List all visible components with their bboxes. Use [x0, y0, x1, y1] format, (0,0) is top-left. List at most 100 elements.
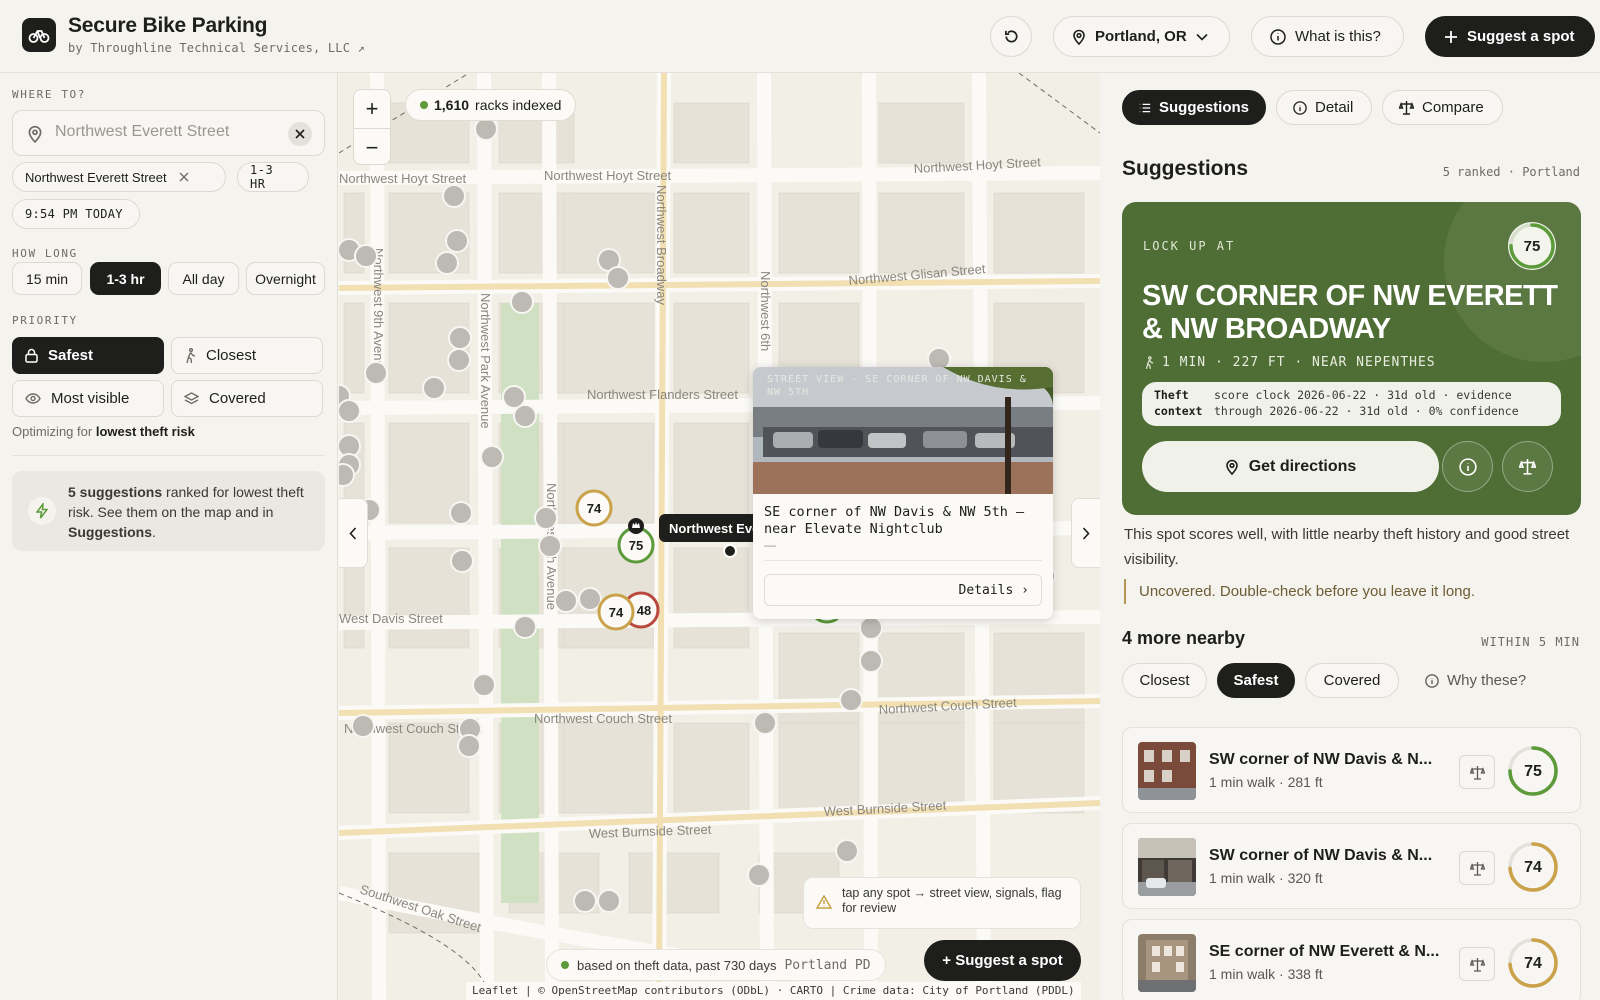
- refresh-icon: [1004, 30, 1017, 43]
- data-source-pill: based on theft data, past 730 days Portl…: [546, 949, 886, 981]
- suggestions-info-box: 5 suggestions ranked for lowest theft ri…: [12, 471, 325, 551]
- clear-search-button[interactable]: [288, 122, 312, 146]
- divider: [12, 455, 325, 456]
- status-dot: [420, 101, 428, 109]
- refresh-button[interactable]: [990, 16, 1032, 57]
- spot-thumbnail: [1138, 742, 1196, 800]
- compare-spot-button[interactable]: [1459, 851, 1495, 885]
- suggest-spot-label: Suggest a spot: [1467, 28, 1575, 45]
- score-value: 75: [1524, 763, 1542, 780]
- zoom-in-button[interactable]: +: [354, 90, 390, 128]
- scale-icon: [1519, 459, 1536, 475]
- what-is-this-button[interactable]: What is this?: [1251, 16, 1404, 57]
- compare-spot-button[interactable]: [1459, 947, 1495, 981]
- city-select[interactable]: Portland, OR: [1053, 16, 1230, 57]
- walking-icon: [1145, 355, 1154, 369]
- spot-thumbnail: [1138, 934, 1196, 992]
- street-chip[interactable]: Northwest Everett Street: [12, 162, 226, 192]
- popup-details-button[interactable]: Details ›: [764, 574, 1042, 606]
- close-icon[interactable]: [179, 172, 189, 182]
- map-pin-icon: [28, 125, 42, 143]
- nearby-spot-item[interactable]: SE corner of NW Everett & N... 1 min wal…: [1122, 919, 1581, 1000]
- priority-closest[interactable]: Closest: [171, 337, 323, 374]
- street-label: Northwest Hoyt Street: [544, 168, 672, 183]
- suggestions-heading: Suggestions: [1122, 157, 1249, 180]
- optimizing-note: Optimizing for lowest theft risk: [12, 424, 195, 439]
- warning-icon: [816, 895, 832, 909]
- duration-15-min[interactable]: 15 min: [12, 262, 82, 295]
- spot-info-button[interactable]: [1442, 441, 1493, 492]
- scale-icon: [1469, 765, 1485, 780]
- score-marker[interactable]: 74: [597, 593, 635, 631]
- time-chip[interactable]: 9:54 PM TODAY: [12, 199, 140, 229]
- racks-label: racks indexed: [475, 97, 562, 113]
- priority-most-visible[interactable]: Most visible: [12, 380, 164, 417]
- tab-compare-label: Compare: [1422, 99, 1484, 116]
- duration-overnight[interactable]: Overnight: [246, 262, 325, 295]
- filter-closest[interactable]: Closest: [1122, 663, 1207, 698]
- score-value: 74: [1524, 955, 1542, 972]
- ctx-key: Theft: [1154, 388, 1189, 402]
- get-directions-button[interactable]: Get directions: [1142, 441, 1439, 492]
- zoom-out-button[interactable]: −: [354, 128, 390, 166]
- chevron-right-icon: [1082, 526, 1090, 540]
- street-tooltip: Northwest Everett Street: [659, 514, 759, 542]
- popup-title: SE corner of NW Davis & NW 5th — near El…: [764, 504, 1025, 537]
- duration-chip[interactable]: 1-3 HR: [237, 162, 309, 192]
- street-label: Northwest 9th Avenue: [371, 248, 386, 375]
- spot-distance: 1 min walk · 338 ft: [1209, 966, 1323, 982]
- score-marker-label: 48: [637, 603, 651, 618]
- filter-safest[interactable]: Safest: [1217, 663, 1295, 698]
- layers-icon: [184, 392, 199, 405]
- map-attribution[interactable]: Leaflet | © OpenStreetMap contributors (…: [466, 982, 1081, 1000]
- filter-covered[interactable]: Covered: [1305, 663, 1399, 698]
- spot-thumbnail: [1138, 838, 1196, 896]
- score-marker[interactable]: 74: [575, 489, 613, 527]
- suggestion-info-end: .: [152, 524, 156, 540]
- spot-title: SE corner of NW Everett & N...: [1209, 943, 1440, 960]
- racks-count: 1,610: [434, 97, 470, 113]
- map-pin-icon: [1073, 29, 1085, 45]
- priority-safest[interactable]: Safest: [12, 337, 164, 374]
- tap-hint: tap any spot → street view, signals, fla…: [803, 877, 1081, 929]
- how-long-label: HOW LONG: [12, 247, 78, 260]
- status-dot: [561, 961, 569, 969]
- ctx-line: through 2026-06-22 · 31d old · 0% confid…: [1214, 404, 1519, 418]
- info-icon: [1458, 457, 1477, 476]
- map-prev-button[interactable]: [339, 498, 368, 568]
- why-these-button[interactable]: Why these?: [1425, 663, 1526, 698]
- optimizing-prefix: Optimizing for: [12, 424, 93, 439]
- score-ring: 75: [1508, 222, 1556, 270]
- map-view[interactable]: Northwest Hoyt Street Northwest Hoyt Str…: [339, 73, 1100, 1000]
- duration-all-day[interactable]: All day: [168, 262, 239, 295]
- more-nearby-meta: WITHIN 5 MIN: [1481, 635, 1580, 649]
- priority-closest-label: Closest: [206, 347, 257, 364]
- scale-icon: [1469, 957, 1485, 972]
- destination-search[interactable]: [12, 110, 325, 156]
- suggest-spot-button[interactable]: Suggest a spot: [1425, 16, 1595, 57]
- app-header: Secure Bike Parking by Throughline Techn…: [0, 0, 1600, 73]
- spot-description: This spot scores well, with little nearb…: [1124, 526, 1570, 568]
- priority-covered[interactable]: Covered: [171, 380, 323, 417]
- map-next-button[interactable]: [1071, 498, 1100, 568]
- app-subtitle-link[interactable]: by Throughline Technical Services, LLC ↗: [68, 41, 365, 55]
- map-suggest-spot-button[interactable]: + Suggest a spot: [924, 940, 1081, 981]
- compare-spot-button[interactable]: [1459, 755, 1495, 789]
- tab-suggestions-label: Suggestions: [1158, 99, 1249, 116]
- nearby-spot-item[interactable]: SW corner of NW Davis & N... 1 min walk …: [1122, 727, 1581, 813]
- compare-spot-button[interactable]: [1502, 441, 1553, 492]
- street-label: West Davis Street: [339, 611, 443, 626]
- street-label: Northwest Park Avenue: [478, 293, 493, 429]
- destination-input[interactable]: [55, 123, 280, 141]
- duration-1-3-hr[interactable]: 1-3 hr: [90, 262, 161, 295]
- tab-suggestions[interactable]: Suggestions: [1122, 90, 1266, 125]
- suggestions-link[interactable]: Suggestions: [68, 524, 152, 540]
- nearby-spot-item[interactable]: SW corner of NW Davis & N... 1 min walk …: [1122, 823, 1581, 909]
- score-value: 74: [1524, 859, 1542, 876]
- more-nearby-heading: 4 more nearby: [1122, 628, 1246, 648]
- chevron-left-icon: [349, 526, 357, 540]
- theft-source: Portland PD: [784, 957, 871, 973]
- tab-compare[interactable]: Compare: [1382, 90, 1503, 125]
- score-ring: 74: [1508, 938, 1558, 988]
- tab-detail[interactable]: Detail: [1276, 90, 1372, 125]
